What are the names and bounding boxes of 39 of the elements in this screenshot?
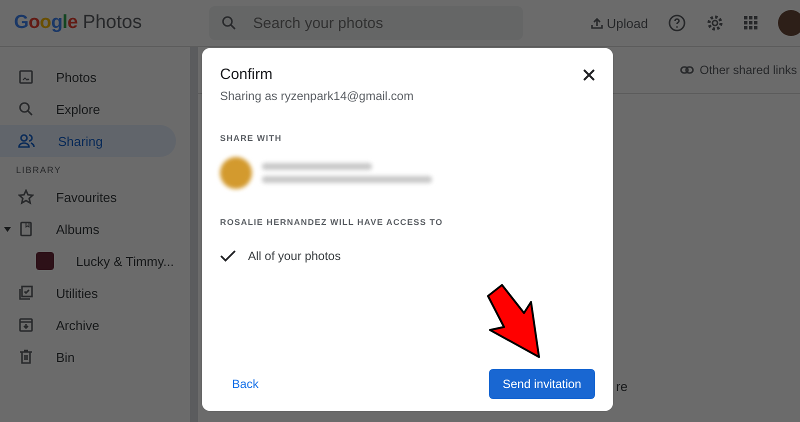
upload-button[interactable]: Upload bbox=[590, 16, 648, 30]
upload-icon bbox=[590, 17, 603, 29]
back-button[interactable]: Back bbox=[220, 371, 271, 397]
sidebar-item[interactable]: Utilities bbox=[0, 277, 176, 309]
access-label: All of your photos bbox=[248, 249, 341, 263]
caret-icon[interactable] bbox=[4, 227, 11, 232]
user-avatar[interactable] bbox=[778, 10, 800, 36]
checklist-icon bbox=[18, 285, 34, 301]
send-invitation-button[interactable]: Send invitation bbox=[489, 369, 595, 399]
sidebar-item[interactable]: Favourites bbox=[0, 181, 176, 213]
dialog-subtitle: Sharing as ryzenpark14@gmail.com bbox=[220, 89, 415, 103]
section-heading: SHARE WITH bbox=[220, 133, 283, 143]
album-icon bbox=[18, 221, 34, 237]
section-label: LIBRARY bbox=[15, 164, 62, 177]
section-heading: ROSALIE HERNANDEZ WILL HAVE ACCESS TO bbox=[220, 217, 444, 227]
sidebar-item[interactable]: Photos bbox=[0, 61, 176, 93]
dialog-title: Confirm bbox=[220, 66, 273, 83]
link-icon bbox=[680, 66, 694, 74]
sidebar-item[interactable]: Explore bbox=[0, 93, 176, 125]
app-logo: Google Photos bbox=[14, 12, 143, 34]
apps-grid-icon[interactable] bbox=[744, 16, 758, 30]
sidebar-item[interactable]: Lucky & Timmy... bbox=[0, 245, 176, 277]
star-icon bbox=[18, 189, 34, 205]
background-text: re bbox=[616, 379, 629, 394]
people-icon bbox=[18, 133, 36, 149]
shared-links-button[interactable]: Other shared links bbox=[680, 63, 797, 77]
settings-icon[interactable] bbox=[706, 14, 724, 32]
sidebar-item[interactable]: Archive bbox=[0, 309, 176, 341]
search-icon bbox=[221, 15, 237, 31]
album-thumbnail bbox=[36, 252, 54, 270]
sidebar-item[interactable]: Bin bbox=[0, 341, 176, 373]
search-icon bbox=[18, 101, 34, 117]
sidebar-item[interactable]: Sharing bbox=[0, 125, 176, 157]
bin-icon bbox=[18, 349, 34, 365]
sidebar-item[interactable]: Albums bbox=[0, 213, 176, 245]
archive-icon bbox=[18, 317, 34, 333]
photo-icon bbox=[18, 69, 34, 85]
close-icon[interactable] bbox=[583, 68, 595, 80]
help-icon[interactable] bbox=[668, 14, 686, 32]
